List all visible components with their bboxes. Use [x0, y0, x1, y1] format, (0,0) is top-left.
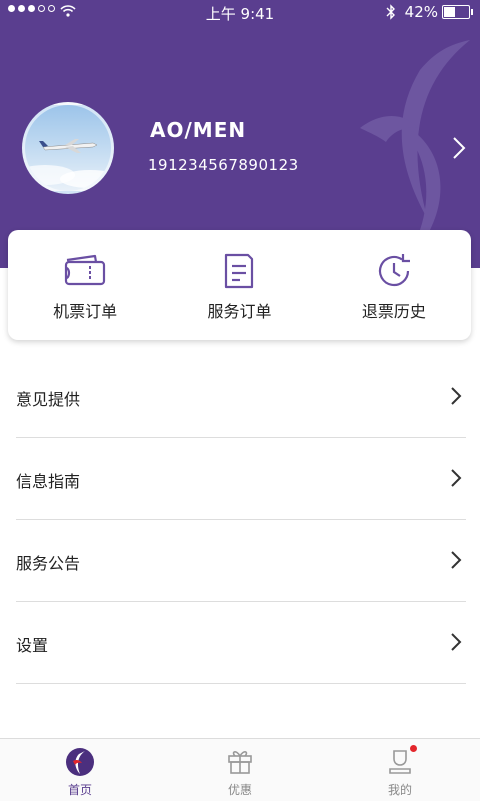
chevron-right-icon	[451, 551, 462, 569]
status-bar: 上午 9:41 42%	[0, 0, 480, 24]
menu-item-feedback[interactable]: 意见提供	[16, 356, 466, 438]
tab-offers-label: 优惠	[227, 783, 252, 797]
quick-actions-card: 机票订单 服务订单 退票历史	[8, 230, 471, 340]
notification-badge	[410, 745, 417, 752]
battery-icon	[442, 5, 473, 19]
document-icon	[225, 253, 254, 289]
chevron-right-icon[interactable]	[452, 136, 466, 160]
menu-item-label: 设置	[16, 636, 49, 655]
home-logo-icon	[66, 748, 94, 776]
avatar[interactable]	[22, 102, 114, 194]
menu-item-label: 信息指南	[16, 472, 81, 491]
bottom-tab-bar: 首页 优惠 我的	[0, 738, 480, 801]
settings-menu: 意见提供 信息指南 服务公告 设置	[16, 356, 466, 684]
battery-percent: 42%	[404, 3, 438, 21]
flight-orders-button[interactable]: 机票订单	[8, 230, 162, 340]
tab-home[interactable]: 首页	[0, 739, 160, 801]
refund-history-label: 退票历史	[361, 302, 426, 321]
tab-home-label: 首页	[67, 783, 92, 797]
username: AO/MEN	[150, 118, 247, 142]
menu-item-label: 意见提供	[16, 390, 81, 409]
profile-icon	[389, 750, 411, 774]
menu-item-announcements[interactable]: 服务公告	[16, 520, 466, 602]
profile-header: 上午 9:41 42% AO/MEN 191234567890123	[0, 0, 480, 268]
chevron-right-icon	[451, 387, 462, 405]
menu-item-settings[interactable]: 设置	[16, 602, 466, 684]
menu-item-label: 服务公告	[16, 554, 81, 573]
tab-offers[interactable]: 优惠	[160, 739, 320, 801]
chevron-right-icon	[451, 633, 462, 651]
gift-icon	[228, 751, 252, 774]
flight-orders-label: 机票订单	[53, 302, 118, 321]
phone-number: 191234567890123	[148, 156, 299, 174]
refund-history-button[interactable]: 退票历史	[317, 230, 471, 340]
service-orders-label: 服务订单	[207, 302, 272, 321]
bluetooth-icon	[386, 4, 395, 20]
menu-item-info-guide[interactable]: 信息指南	[16, 438, 466, 520]
tab-mine-label: 我的	[387, 783, 412, 797]
chevron-right-icon	[451, 469, 462, 487]
history-clock-icon	[378, 254, 410, 287]
tab-mine[interactable]: 我的	[320, 739, 480, 801]
service-orders-button[interactable]: 服务订单	[162, 230, 316, 340]
ticket-icon	[65, 254, 106, 286]
airplane-photo	[25, 139, 111, 188]
